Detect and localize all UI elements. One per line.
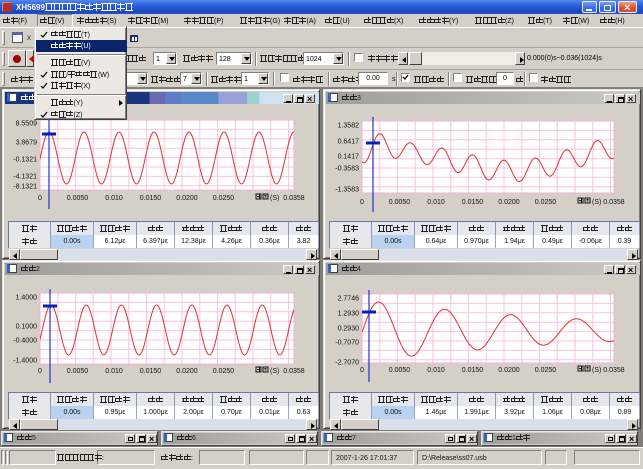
svg-text:0.0358: 0.0358: [603, 367, 625, 374]
svg-text:-4.1321: -4.1321: [13, 174, 37, 181]
svg-text:0.010: 0.010: [427, 367, 445, 374]
svg-text:0.6417: 0.6417: [338, 139, 360, 146]
svg-text:0.0150: 0.0150: [462, 199, 484, 206]
svg-text:(S): (S): [270, 368, 279, 375]
svg-text:0.0250: 0.0250: [213, 195, 235, 202]
svg-text:(S): (S): [592, 199, 601, 206]
svg-text:0.0358: 0.0358: [283, 368, 305, 375]
svg-text:-1.3583: -1.3583: [335, 187, 359, 194]
svg-text:0.010: 0.010: [105, 195, 123, 202]
svg-text:-2.7070: -2.7070: [335, 360, 359, 367]
svg-text:0.0200: 0.0200: [498, 367, 520, 374]
svg-text:0.0250: 0.0250: [535, 367, 557, 374]
svg-text:0.2930: 0.2930: [338, 326, 360, 333]
svg-text:8.5509: 8.5509: [16, 121, 38, 128]
svg-text:1.2930: 1.2930: [338, 311, 360, 318]
svg-text:1.4000: 1.4000: [16, 295, 38, 302]
svg-text:(S): (S): [592, 367, 601, 374]
svg-text:0.010: 0.010: [105, 368, 123, 375]
svg-text:0.010: 0.010: [427, 199, 445, 206]
svg-text:0.0150: 0.0150: [140, 368, 162, 375]
svg-text:0.0050: 0.0050: [67, 195, 89, 202]
svg-text:-0.3583: -0.3583: [335, 166, 359, 173]
svg-text:0.0250: 0.0250: [535, 199, 557, 206]
svg-text:0: 0: [38, 195, 42, 202]
svg-text:0.1417: 0.1417: [338, 154, 360, 161]
svg-text:0.0250: 0.0250: [213, 368, 235, 375]
svg-text:0: 0: [360, 367, 364, 374]
svg-text:-0.7070: -0.7070: [335, 340, 359, 347]
svg-text:0.0050: 0.0050: [67, 368, 89, 375]
svg-text:(S): (S): [270, 195, 279, 202]
svg-text:0: 0: [38, 368, 42, 375]
svg-text:-0.1321: -0.1321: [13, 157, 37, 164]
svg-text:0.0200: 0.0200: [498, 199, 520, 206]
svg-text:0.0050: 0.0050: [389, 199, 411, 206]
svg-text:3.8679: 3.8679: [16, 140, 38, 147]
svg-text:2.7746: 2.7746: [338, 296, 360, 303]
svg-text:-1.4000: -1.4000: [13, 358, 37, 365]
svg-text:0: 0: [360, 199, 364, 206]
svg-text:0.0358: 0.0358: [283, 195, 305, 202]
svg-text:0.0358: 0.0358: [603, 199, 625, 206]
svg-text:0.0150: 0.0150: [140, 195, 162, 202]
svg-text:1.3582: 1.3582: [338, 123, 360, 130]
svg-text:0.1000: 0.1000: [16, 324, 38, 331]
svg-text:0.0050: 0.0050: [389, 367, 411, 374]
svg-text:0.0200: 0.0200: [176, 195, 198, 202]
svg-text:-0.4000: -0.4000: [13, 338, 37, 345]
svg-text:0.0150: 0.0150: [462, 367, 484, 374]
svg-text:-8.1321: -8.1321: [13, 184, 37, 191]
svg-text:0.0200: 0.0200: [176, 368, 198, 375]
